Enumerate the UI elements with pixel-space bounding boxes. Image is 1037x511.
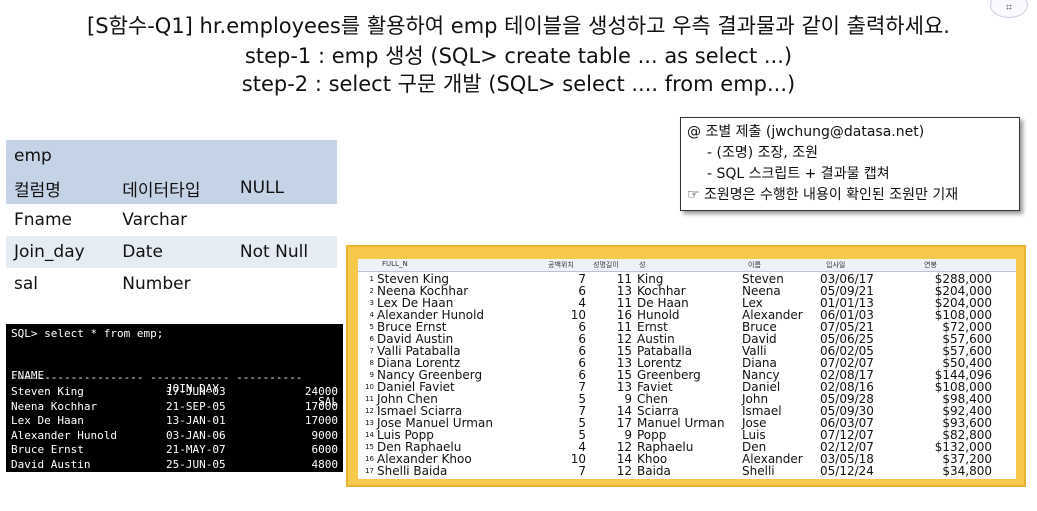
grid-row-number: 1 — [369, 275, 374, 283]
sql-console-output: SQL> select * from emp; FNAME JOIN_DAY S… — [6, 324, 343, 472]
grid-row-number: 10 — [365, 383, 374, 391]
schema-header-type: 데이터타입 — [114, 172, 232, 204]
result-grid-header: FULL_N 공백위치 성명길이 성 이름 입사일 연봉 — [358, 259, 1016, 272]
grid-row-number: 9 — [369, 371, 374, 379]
submission-note: @ 조별 제출 (jwchung@datasa.net) - (조명) 조장, … — [680, 117, 1020, 211]
result-grid: FULL_N 공백위치 성명길이 성 이름 입사일 연봉 1 Steven Kin… — [358, 259, 1016, 479]
console-row: Steven King 17-JUN-03 24000 — [11, 385, 338, 400]
grid-cell-space-pos: 7 — [578, 464, 586, 478]
grid-row[interactable]: 4 Alexander Hunold 10 16 Hunold Alexander 06/0… — [358, 309, 1016, 321]
grid-header-space-pos[interactable]: 공백위치 — [548, 260, 574, 270]
grid-row[interactable]: 13 Jose Manuel Urman 5 17 Manuel Urman Jose 06… — [358, 417, 1016, 429]
grid-header-hire-date[interactable]: 입사일 — [826, 260, 845, 270]
schema-cell: Number — [122, 274, 191, 294]
console-cell-sal: 24000 — [304, 385, 338, 398]
schema-table-name: emp — [6, 140, 337, 172]
console-cell-fname: David Austin — [11, 457, 91, 471]
assignment-title: [S함수-Q1] hr.employees를 활용하여 emp 테이블을 생성하… — [87, 14, 950, 38]
note-line-2: - (조명) 조장, 조원 — [707, 145, 819, 161]
console-cell-sal: 17000 — [304, 399, 338, 413]
console-cell-join-day: 21-MAY-07 — [166, 443, 226, 456]
schema-cell — [232, 204, 337, 236]
grid-row-number: 4 — [369, 311, 374, 319]
console-cell-fname: Steven King — [11, 385, 84, 398]
grid-row-number: 15 — [365, 443, 374, 451]
grid-row[interactable]: 9 Nancy Greenberg 6 15 Greenberg Nancy 02/08/1… — [358, 369, 1016, 381]
schema-header-column: 컬럼명 — [6, 172, 115, 204]
grid-row-number: 3 — [369, 299, 374, 307]
step-1-instruction: step-1 : emp 생성 (SQL> create table ... a… — [244, 44, 793, 68]
schema-cell: Varchar — [122, 210, 188, 230]
grid-header-salary[interactable]: 연봉 — [924, 260, 937, 270]
console-row: Neena Kochhar 21-SEP-05 17000 — [11, 400, 338, 415]
grid-header-full-n[interactable]: FULL_N — [382, 260, 408, 268]
grid-row-number: 16 — [365, 455, 374, 463]
grid-cell-first-name: Shelli — [742, 464, 775, 478]
schema-header-null: NULL — [231, 172, 337, 204]
schema-cell — [232, 268, 337, 300]
console-cell-join-day: 25-JUN-05 — [166, 457, 226, 471]
schema-cell: Fname — [14, 210, 72, 230]
grid-row-number: 6 — [369, 335, 374, 343]
grid-row-number: 11 — [365, 395, 374, 403]
result-panel: FULL_N 공백위치 성명길이 성 이름 입사일 연봉 1 Steven Kin… — [348, 247, 1024, 485]
grid-header-name-len[interactable]: 성명길이 — [593, 260, 619, 270]
console-rows: Steven King 17-JUN-03 24000 Neena Kochhar 21… — [11, 385, 338, 472]
grid-header-first-name[interactable]: 이름 — [748, 260, 761, 270]
grid-row-number: 14 — [365, 431, 374, 439]
schema-cell: Not Null — [231, 236, 337, 268]
console-cell-join-day: 03-JAN-06 — [166, 428, 226, 442]
console-cell-sal: 17000 — [304, 414, 338, 427]
grid-row[interactable]: 16 Alexander Khoo 10 14 Khoo Alexander 03/05/1… — [358, 453, 1016, 465]
console-header-row: FNAME JOIN_DAY SAL — [11, 356, 338, 408]
console-cell-sal: 6000 — [311, 443, 339, 456]
grid-header-last-name[interactable]: 성 — [639, 260, 645, 270]
console-separator: -------------------- ------------ ------… — [11, 370, 303, 384]
grid-cell-hire-date: 05/12/24 — [820, 464, 874, 478]
schema-cell: Date — [114, 236, 232, 268]
grid-row[interactable]: 5 Bruce Ernst 6 11 Ernst Bruce 07/05/21 $72,000 — [358, 321, 1016, 333]
console-row: Lex De Haan 13-JAN-01 17000 — [11, 414, 338, 429]
console-cell-fname: Neena Kochhar — [11, 399, 98, 413]
console-cell-fname: Alexander Hunold — [11, 428, 117, 442]
grid-row-number: 7 — [369, 347, 374, 355]
schema-cell: sal — [14, 274, 38, 294]
grid-row-number: 17 — [365, 467, 374, 475]
note-line-4: ☞ 조원명은 수행한 내용이 확인된 조원만 기재 — [687, 187, 959, 203]
console-cell-fname: Lex De Haan — [11, 414, 84, 427]
note-line-3: - SQL 스크립트 + 결과물 캡쳐 — [707, 166, 890, 182]
console-cell-fname: Bruce Ernst — [11, 443, 84, 456]
console-row: Alexander Hunold 03-JAN-06 9000 — [11, 429, 338, 444]
grid-row-number: 2 — [369, 287, 374, 295]
grid-row[interactable]: 10 Daniel Faviet 7 13 Faviet Daniel 02/08/16 $1… — [358, 381, 1016, 393]
step-2-instruction: step-2 : select 구문 개발 (SQL> select .... … — [241, 72, 796, 96]
grid-cell-salary: $34,800 — [942, 464, 992, 478]
grid-row[interactable]: 17 Shelli Baida 7 12 Baida Shelli 05/12/24 $34,… — [358, 465, 1016, 477]
emp-schema-table: emp 컬럼명 데이터타입 NULL Fname Varchar Join_da… — [6, 140, 337, 300]
note-line-1: @ 조별 제출 (jwchung@datasa.net) — [687, 124, 925, 140]
console-command: SQL> select * from emp; — [11, 327, 164, 340]
console-cell-join-day: 21-SEP-05 — [166, 399, 226, 413]
console-row: David Austin 25-JUN-05 4800 — [11, 458, 338, 473]
console-cell-join-day: 17-JUN-03 — [166, 385, 226, 398]
grid-row-number: 5 — [369, 323, 374, 331]
console-row: Bruce Ernst 21-MAY-07 6000 — [11, 443, 338, 458]
grid-cell-last-name: Baida — [637, 464, 671, 478]
console-cell-sal: 9000 — [311, 428, 339, 442]
console-cell-join-day: 13-JAN-01 — [166, 414, 226, 427]
grid-cell-name-len: 12 — [616, 464, 632, 478]
grid-row-number: 13 — [365, 419, 374, 427]
grid-cell-full-name: Shelli Baida — [377, 464, 448, 478]
console-cell-sal: 4800 — [311, 457, 339, 471]
schema-cell: Join_day — [6, 236, 115, 268]
grid-row-number: 8 — [369, 359, 374, 367]
grid-row-number: 12 — [365, 407, 374, 415]
